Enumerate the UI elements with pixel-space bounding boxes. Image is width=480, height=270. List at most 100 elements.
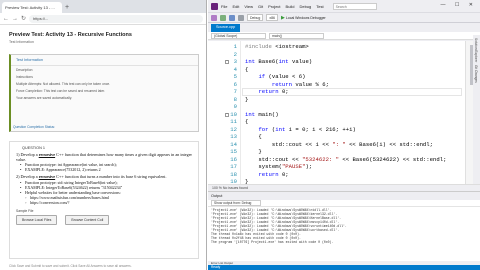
navigation-bar: (Global Scope) main() bbox=[208, 32, 480, 40]
code-token: std::cout << bbox=[245, 155, 303, 163]
code-token: value) bbox=[288, 58, 313, 65]
menu-build[interactable]: Build bbox=[286, 4, 295, 9]
menu-edit[interactable]: Edit bbox=[232, 4, 239, 9]
fold-toggle-icon[interactable]: − bbox=[225, 112, 229, 117]
attach-file-label: Sample File bbox=[16, 208, 34, 213]
string-token: "PAUSE" bbox=[281, 163, 306, 170]
code-token: 0; bbox=[278, 170, 289, 178]
menu-debug[interactable]: Debug bbox=[299, 4, 311, 9]
page-footer: Click Save and Submit to save and submit… bbox=[9, 264, 132, 268]
menu-file[interactable]: File bbox=[221, 4, 227, 9]
run-debugger-button[interactable]: ▶ Local Windows Debugger bbox=[281, 15, 326, 21]
test-page: Preview Test: Activity 13 - Recursive Fu… bbox=[0, 25, 206, 270]
code-line: std::cout << i << ": " << Base6(i) << st… bbox=[245, 141, 433, 149]
code-line: return 0; bbox=[245, 88, 289, 96]
code-line: return 0; bbox=[245, 170, 289, 179]
address-bar[interactable]: https://... bbox=[29, 14, 203, 23]
fold-toggle-icon[interactable]: − bbox=[225, 60, 229, 64]
code-token: { bbox=[245, 118, 249, 125]
code-token: value % 6; bbox=[292, 80, 329, 88]
undo-icon[interactable] bbox=[238, 14, 244, 21]
member-dropdown[interactable]: main() bbox=[269, 32, 324, 39]
save-icon[interactable] bbox=[229, 14, 235, 21]
keyword-token: int bbox=[275, 125, 286, 133]
menu-git[interactable]: Git bbox=[258, 4, 263, 9]
info-header[interactable]: Test Information bbox=[11, 55, 198, 66]
reload-icon[interactable]: ↻ bbox=[21, 15, 26, 22]
test-information-box: Test Information Description Instruction… bbox=[9, 54, 199, 132]
browser-toolbar: ← → ↻ https://... bbox=[0, 13, 206, 25]
tab-source-cpp[interactable]: Source.cpp bbox=[211, 24, 241, 32]
output-source-dropdown[interactable]: Show output from: Debug bbox=[211, 200, 261, 206]
code-token: Base6( bbox=[255, 58, 279, 65]
back-icon[interactable]: ← bbox=[3, 16, 9, 22]
reference-link[interactable]: https://conversion.com/? bbox=[16, 200, 192, 205]
back-icon[interactable] bbox=[211, 14, 217, 21]
browser-tab[interactable]: Preview Test: Activity 13 - ... bbox=[2, 2, 62, 13]
code-line: int main() bbox=[245, 111, 279, 119]
menu-view[interactable]: View bbox=[244, 4, 253, 9]
scope-dropdown[interactable]: (Global Scope) bbox=[211, 32, 266, 39]
vs-toolbar: Debug x86 ▶ Local Windows Debugger bbox=[208, 12, 480, 23]
info-row: Multiple Attempts: Not allowed. This tes… bbox=[16, 81, 111, 86]
keyword-token: int bbox=[245, 110, 256, 118]
question-label: QUESTION 1 bbox=[22, 146, 45, 150]
info-row: Your answers are saved automatically. bbox=[16, 95, 73, 100]
completion-status-link[interactable]: Question Completion Status: bbox=[13, 125, 55, 129]
code-token: } bbox=[245, 148, 262, 155]
keyword-token: int bbox=[245, 58, 256, 65]
new-item-icon[interactable] bbox=[220, 14, 226, 21]
new-tab-button[interactable]: + bbox=[65, 2, 69, 13]
browser-tab-strip: Preview Test: Activity 13 - ... + bbox=[0, 0, 206, 13]
side-panel-strip: Solution Explorer Git Changes bbox=[473, 35, 480, 195]
info-row: Description bbox=[16, 67, 33, 72]
output-header: Output bbox=[208, 192, 480, 200]
forward-icon[interactable]: → bbox=[12, 16, 18, 22]
code-token: ); bbox=[305, 163, 313, 170]
line-number-gutter: 1 2 3 4 5 6 7 8 9 10 11 12 13 14 15 16 17 18 19− − bbox=[208, 41, 241, 185]
question-1-text: 1) Develop a recursive C++ function that… bbox=[16, 152, 192, 163]
browse-content-collection-button[interactable]: Browse Content Coll bbox=[65, 214, 110, 225]
code-token: std::cout << i << bbox=[245, 140, 333, 148]
code-editor[interactable]: 1 2 3 4 5 6 7 8 9 10 11 12 13 14 15 16 17 18 19− − #include… bbox=[208, 41, 465, 185]
code-token: { bbox=[245, 65, 249, 73]
menu-project[interactable]: Project bbox=[268, 4, 280, 9]
document-tabs: Source.cpp bbox=[208, 23, 480, 32]
code-line: #include <iostream> bbox=[245, 43, 309, 51]
menu-test[interactable]: Test bbox=[316, 4, 323, 9]
git-changes-tab[interactable]: Git Changes bbox=[474, 65, 478, 83]
search-input[interactable]: Search bbox=[332, 2, 377, 10]
bullet: EXAMPLE: Appearance(7532012, 2) returns … bbox=[16, 167, 192, 172]
page-title: Preview Test: Activity 13 - Recursive Fu… bbox=[9, 32, 132, 38]
keyword-token: return bbox=[258, 88, 279, 95]
configuration-dropdown[interactable]: Debug bbox=[247, 14, 264, 21]
window-controls[interactable]: — ☐ ✕ bbox=[441, 2, 477, 8]
output-log[interactable]: 'Project1.exe' (Win32): Loaded 'C:\Windo… bbox=[208, 207, 480, 245]
code-token: << Base6(5324622) << std::endl; bbox=[339, 155, 447, 163]
question-box: QUESTION 1 1) Develop a recursive C++ fu… bbox=[9, 141, 199, 259]
code-token: 0; bbox=[278, 88, 289, 95]
code-token: } bbox=[245, 95, 249, 103]
preprocessor-token: #include bbox=[245, 43, 276, 50]
info-row: Instructions bbox=[16, 74, 33, 79]
play-icon: ▶ bbox=[280, 14, 285, 21]
page-subtitle: Test Information bbox=[9, 40, 34, 44]
code-token: system( bbox=[245, 163, 282, 170]
code-token: <iostream> bbox=[275, 43, 309, 50]
keyword-token: return bbox=[271, 80, 293, 88]
code-token: << Base6(i) << std::endl; bbox=[345, 140, 433, 148]
string-token: "5324622: " bbox=[302, 155, 340, 163]
keyword-token: return bbox=[258, 170, 279, 178]
code-line: int Base6(int value) bbox=[245, 58, 312, 66]
platform-dropdown[interactable]: x86 bbox=[266, 14, 278, 21]
solution-explorer-tab[interactable]: Solution Explorer bbox=[474, 38, 478, 62]
code-token: (value < 6) bbox=[265, 73, 306, 80]
browse-local-files-button[interactable]: Browse Local Files bbox=[16, 214, 58, 225]
editor-status-bar: 100 % No issues found bbox=[208, 184, 480, 191]
code-token: main() bbox=[255, 110, 279, 118]
visual-studio-window: File Edit View Git Project Build Debug T… bbox=[208, 0, 480, 270]
